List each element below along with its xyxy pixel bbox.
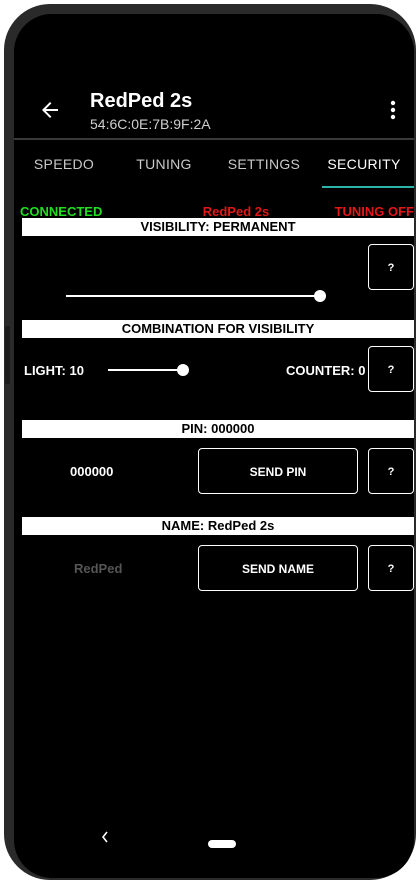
counter-label: COUNTER: 0	[286, 363, 366, 378]
nav-home-pill[interactable]	[208, 840, 236, 848]
visibility-help-button[interactable]: ?	[368, 244, 414, 290]
page-title: RedPed 2s	[90, 90, 193, 112]
side-button	[5, 326, 10, 384]
pin-header: PIN: 000000	[22, 420, 414, 438]
visibility-slider-track[interactable]	[66, 295, 320, 297]
light-slider-track[interactable]	[108, 369, 184, 371]
tab-settings[interactable]: SETTINGS	[214, 140, 314, 188]
visibility-header: VISIBILITY: PERMANENT	[22, 218, 414, 236]
send-name-button[interactable]: SEND NAME	[198, 545, 358, 591]
app-bar: RedPed 2s 54:6C:0E:7B:9F:2A	[14, 14, 414, 138]
screen: RedPed 2s 54:6C:0E:7B:9F:2A SPEEDO TUNIN…	[14, 14, 414, 878]
pin-help-button[interactable]: ?	[368, 448, 414, 494]
visibility-slider-thumb[interactable]	[314, 290, 326, 302]
more-vert-icon[interactable]	[386, 98, 400, 122]
arrow-back-icon[interactable]	[38, 98, 62, 122]
pin-input[interactable]: 000000	[70, 464, 113, 479]
tab-bar: SPEEDO TUNING SETTINGS SECURITY	[14, 140, 414, 188]
name-header: NAME: RedPed 2s	[22, 517, 414, 535]
phone-frame: RedPed 2s 54:6C:0E:7B:9F:2A SPEEDO TUNIN…	[4, 4, 416, 880]
device-address: 54:6C:0E:7B:9F:2A	[90, 116, 211, 132]
light-slider-thumb[interactable]	[177, 364, 189, 376]
nav-back-icon[interactable]	[100, 830, 110, 844]
light-label: LIGHT: 10	[24, 363, 84, 378]
device-name-status: RedPed 2s	[202, 204, 270, 219]
combination-help-button[interactable]: ?	[368, 346, 414, 392]
tab-tuning[interactable]: TUNING	[114, 140, 214, 188]
name-input[interactable]: RedPed	[74, 561, 122, 576]
combination-header: COMBINATION FOR VISIBILITY	[22, 320, 414, 338]
send-pin-button[interactable]: SEND PIN	[198, 448, 358, 494]
tab-speedo[interactable]: SPEEDO	[14, 140, 114, 188]
connection-status: CONNECTED	[20, 204, 103, 219]
tab-security[interactable]: SECURITY	[314, 140, 414, 188]
tuning-status: TUNING OFF	[334, 204, 414, 219]
name-help-button[interactable]: ?	[368, 545, 414, 591]
